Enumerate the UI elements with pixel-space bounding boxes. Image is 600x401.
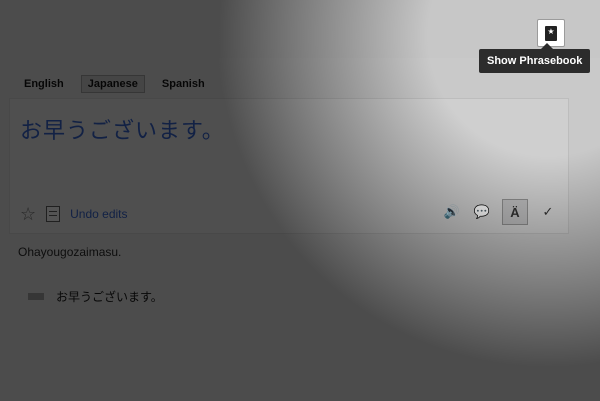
- transliteration-text: Ohayougozaimasu.: [18, 245, 122, 259]
- check-icon[interactable]: ✓: [538, 202, 558, 222]
- lang-tab-spanish[interactable]: Spanish: [155, 75, 212, 93]
- source-text-box[interactable]: お早うございます。 ☆ Undo edits 🔊 💬 Ä ✓: [9, 98, 569, 234]
- result-row: お早うございます。: [28, 288, 163, 305]
- phrasebook-icon: ★: [545, 25, 557, 41]
- star-glyph: ★: [547, 26, 555, 36]
- script-toggle-button[interactable]: Ä: [502, 199, 528, 225]
- box-tools-right: 🔊 💬 Ä ✓: [442, 199, 558, 225]
- document-icon[interactable]: [46, 206, 61, 222]
- phrasebook-tooltip: Show Phrasebook: [479, 43, 591, 73]
- lang-tab-japanese[interactable]: Japanese: [80, 75, 145, 93]
- star-icon[interactable]: ☆: [20, 205, 36, 223]
- comment-icon[interactable]: 💬: [472, 202, 492, 222]
- result-text: お早うございます。: [56, 290, 163, 304]
- lang-tab-english[interactable]: English: [17, 75, 71, 93]
- result-marker-icon: [28, 293, 44, 300]
- stage: English Japanese Spanish お早うございます。 ☆ Und…: [0, 0, 600, 401]
- speaker-icon[interactable]: 🔊: [442, 202, 462, 222]
- source-text[interactable]: お早うございます。: [20, 113, 225, 145]
- undo-edits-link[interactable]: Undo edits: [70, 207, 127, 221]
- language-tabs: English Japanese Spanish: [17, 75, 212, 93]
- box-tools-left: ☆ Undo edits: [20, 205, 128, 223]
